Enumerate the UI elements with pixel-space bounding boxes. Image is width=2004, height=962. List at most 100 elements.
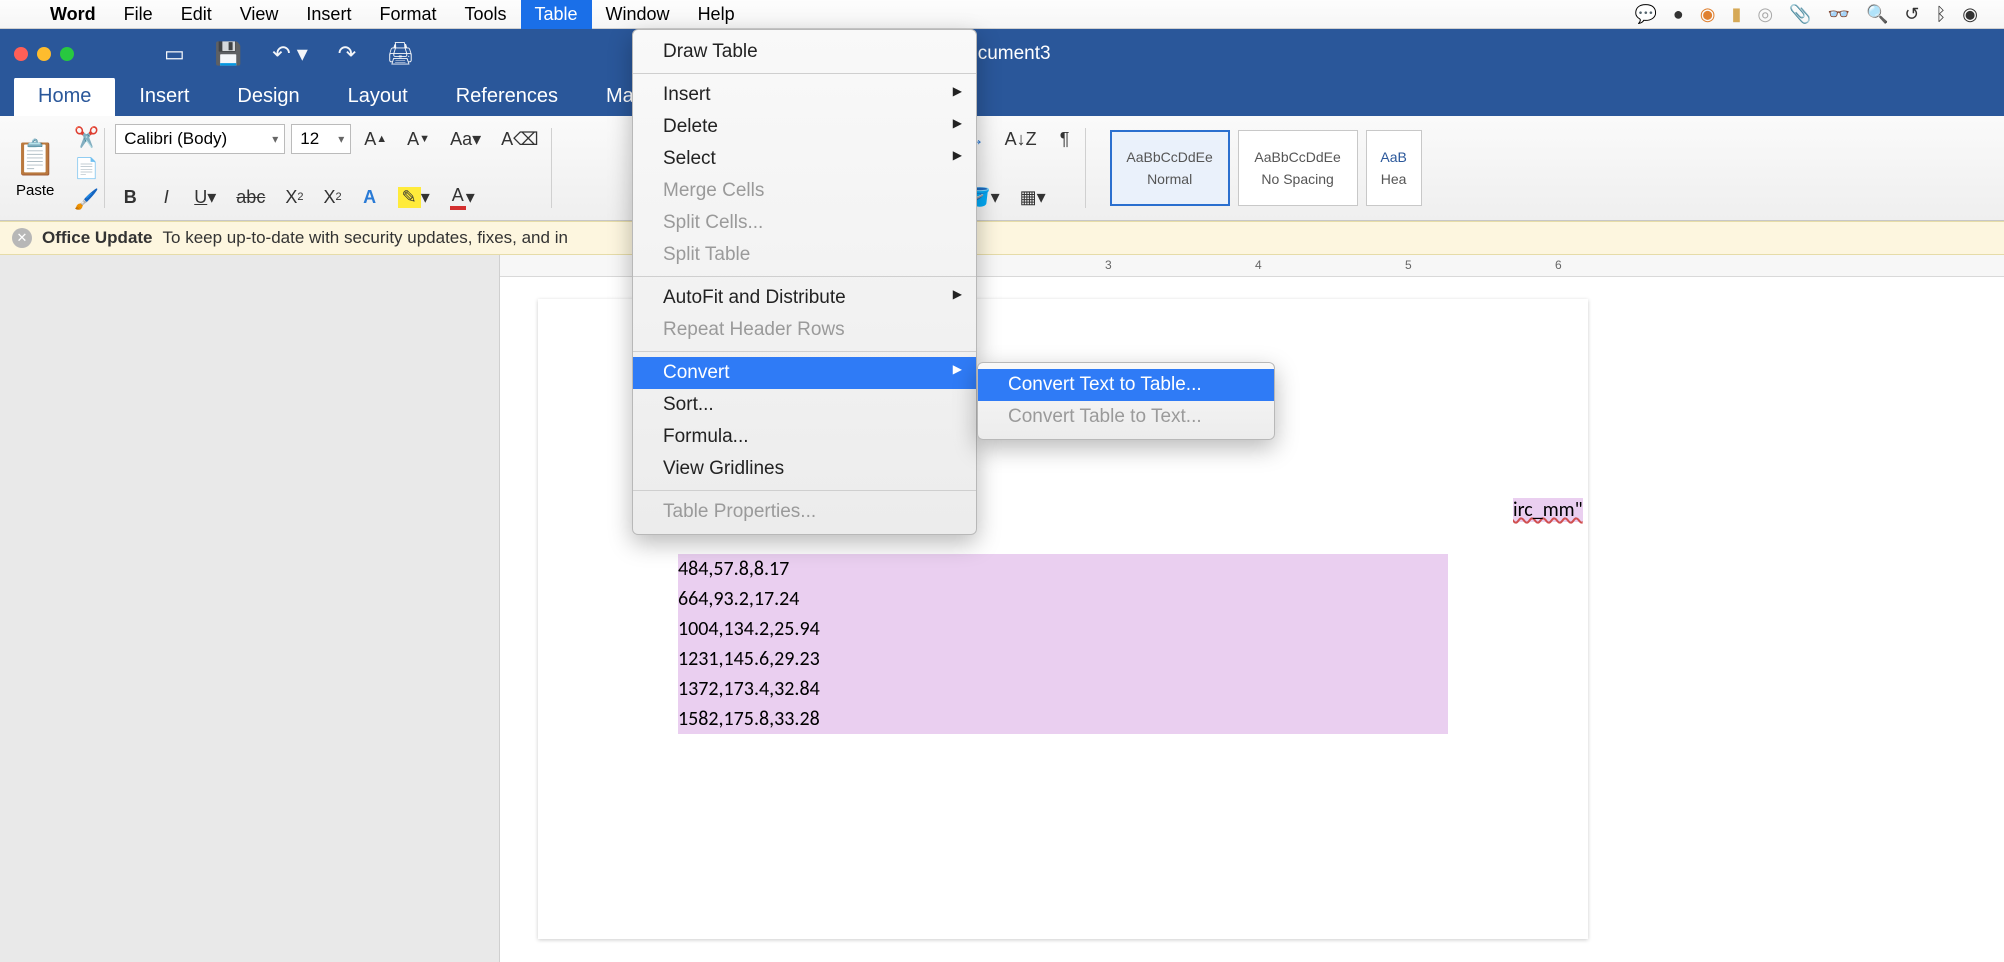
- decrease-font-button[interactable]: A▼: [400, 124, 437, 154]
- text-effects-button[interactable]: A: [355, 182, 385, 212]
- word-titlebar: ▭ 💾 ↶ ▾ ↷ 🖨 Document3: [0, 29, 2004, 78]
- quick-access-toolbar: ▭ 💾 ↶ ▾ ↷ 🖨: [164, 41, 414, 67]
- highlight-button[interactable]: ✎▾: [391, 182, 437, 212]
- style-preview: AaBbCcDdEe: [1254, 149, 1340, 165]
- tab-design[interactable]: Design: [213, 77, 323, 116]
- shield-icon[interactable]: ▮: [1731, 4, 1741, 25]
- menu-merge-cells: Merge Cells: [633, 175, 976, 207]
- menu-split-table: Split Table: [633, 239, 976, 271]
- menu-format[interactable]: Format: [365, 0, 450, 29]
- ruler-mark: 3: [1105, 258, 1112, 272]
- clipboard-icon: 📋: [14, 138, 56, 178]
- format-painter-icon[interactable]: 🖌️: [74, 187, 99, 212]
- table-menu: Draw Table Insert Delete Select Merge Ce…: [632, 29, 977, 535]
- copy-icon[interactable]: 📄: [74, 156, 99, 181]
- menu-convert-text-to-table[interactable]: Convert Text to Table...: [978, 369, 1274, 401]
- paste-label: Paste: [16, 182, 54, 199]
- notice-title: Office Update: [42, 228, 153, 248]
- menu-table-properties: Table Properties...: [633, 496, 976, 528]
- menu-view[interactable]: View: [226, 0, 293, 29]
- tab-insert[interactable]: Insert: [115, 77, 213, 116]
- font-group: Calibri (Body) 12 A▲ A▼ Aa▾ A⌫ B I U ▾ a…: [109, 122, 551, 214]
- tab-layout[interactable]: Layout: [324, 77, 432, 116]
- style-normal[interactable]: AaBbCcDdEe Normal: [1110, 130, 1230, 206]
- save-icon[interactable]: 💾: [215, 41, 242, 67]
- show-marks-button[interactable]: ¶: [1050, 124, 1080, 154]
- style-label: No Spacing: [1261, 171, 1333, 187]
- menu-delete-submenu[interactable]: Delete: [633, 111, 976, 143]
- paperclip-icon[interactable]: 📎: [1789, 4, 1811, 25]
- font-size-combo[interactable]: 12: [291, 124, 351, 154]
- timemachine-icon[interactable]: ↺: [1904, 4, 1919, 25]
- style-no-spacing[interactable]: AaBbCcDdEe No Spacing: [1238, 130, 1358, 206]
- windows-icon[interactable]: ▭: [164, 41, 185, 67]
- clear-formatting-button[interactable]: A⌫: [494, 124, 545, 154]
- paste-button[interactable]: 📋 Paste: [14, 124, 56, 212]
- change-case-button[interactable]: Aa▾: [443, 124, 488, 154]
- superscript-button[interactable]: X2: [316, 182, 348, 212]
- cut-icon[interactable]: ✂️: [74, 125, 99, 150]
- minimize-window-button[interactable]: [37, 47, 51, 61]
- style-preview: AaBbCcDdEe: [1126, 149, 1212, 165]
- underline-button[interactable]: U ▾: [187, 182, 223, 212]
- doc-line: 1231,145.6,29.23: [678, 644, 1448, 674]
- increase-font-button[interactable]: A▲: [357, 124, 394, 154]
- menu-help[interactable]: Help: [684, 0, 749, 29]
- tab-home[interactable]: Home: [14, 77, 115, 116]
- app-menu[interactable]: Word: [36, 0, 110, 29]
- subscript-button[interactable]: X2: [278, 182, 310, 212]
- redo-icon[interactable]: ↷: [338, 41, 356, 67]
- menu-edit[interactable]: Edit: [167, 0, 226, 29]
- ribbon: 📋 Paste ✂️ 📄 🖌️ Calibri (Body) 12 A▲ A▼ …: [0, 116, 2004, 221]
- menu-draw-table[interactable]: Draw Table: [633, 36, 976, 68]
- zoom-window-button[interactable]: [60, 47, 74, 61]
- menu-select-submenu[interactable]: Select: [633, 143, 976, 175]
- doc-line: 664,93.2,17.24: [678, 584, 1448, 614]
- menu-window[interactable]: Window: [592, 0, 684, 29]
- glasses-icon[interactable]: 👓: [1828, 4, 1850, 25]
- wechat-icon[interactable]: 💬: [1634, 4, 1656, 25]
- italic-button[interactable]: I: [151, 182, 181, 212]
- font-name-combo[interactable]: Calibri (Body): [115, 124, 285, 154]
- styles-group: AaBbCcDdEe Normal AaBbCcDdEe No Spacing …: [1090, 122, 1422, 214]
- menu-view-gridlines[interactable]: View Gridlines: [633, 453, 976, 485]
- bold-button[interactable]: B: [115, 182, 145, 212]
- tab-references[interactable]: References: [432, 77, 582, 116]
- menu-file[interactable]: File: [110, 0, 167, 29]
- sort-button[interactable]: A↓Z: [998, 124, 1044, 154]
- ruler-mark: 4: [1255, 258, 1262, 272]
- mac-menubar: Word File Edit View Insert Format Tools …: [0, 0, 2004, 29]
- ribbon-tabs: Home Insert Design Layout References Mai…: [0, 78, 2004, 116]
- doc-line: 1004,134.2,25.94: [678, 614, 1448, 644]
- bluetooth-icon[interactable]: ᛒ: [1935, 4, 1946, 25]
- doc-line: 1582,175.8,33.28: [678, 704, 1448, 734]
- menu-autofit-submenu[interactable]: AutoFit and Distribute: [633, 282, 976, 314]
- cloud-icon[interactable]: ◉: [1700, 4, 1716, 25]
- menu-tools[interactable]: Tools: [450, 0, 520, 29]
- menu-formula[interactable]: Formula...: [633, 421, 976, 453]
- status-dot-icon[interactable]: ●: [1673, 4, 1684, 25]
- undo-icon[interactable]: ↶ ▾: [272, 41, 308, 67]
- menu-insert-submenu[interactable]: Insert: [633, 79, 976, 111]
- header-fragment: irc_mm": [1513, 498, 1583, 522]
- office-update-bar: ✕ Office Update To keep up-to-date with …: [0, 221, 2004, 255]
- spotlight-icon[interactable]: 🔍: [1866, 4, 1888, 25]
- font-color-button[interactable]: A▾: [443, 182, 482, 212]
- circle-icon[interactable]: ◎: [1757, 4, 1773, 25]
- doc-line: 484,57.8,8.17: [678, 554, 1448, 584]
- menu-convert-submenu[interactable]: Convert: [633, 357, 976, 389]
- strikethrough-button[interactable]: abc: [229, 182, 272, 212]
- close-window-button[interactable]: [14, 47, 28, 61]
- ruler-mark: 5: [1405, 258, 1412, 272]
- style-label: Normal: [1147, 171, 1192, 187]
- style-heading[interactable]: AaB Hea: [1366, 130, 1422, 206]
- close-notice-button[interactable]: ✕: [12, 228, 32, 248]
- clipboard-group: 📋 Paste ✂️ 📄 🖌️: [8, 122, 105, 214]
- print-icon[interactable]: 🖨: [386, 41, 414, 67]
- menu-convert-table-to-text: Convert Table to Text...: [978, 401, 1274, 433]
- borders-button[interactable]: ▦▾: [1013, 182, 1053, 212]
- menu-sort[interactable]: Sort...: [633, 389, 976, 421]
- wifi-icon[interactable]: ◉: [1962, 4, 1978, 25]
- menu-table[interactable]: Table: [521, 0, 592, 29]
- menu-insert[interactable]: Insert: [292, 0, 365, 29]
